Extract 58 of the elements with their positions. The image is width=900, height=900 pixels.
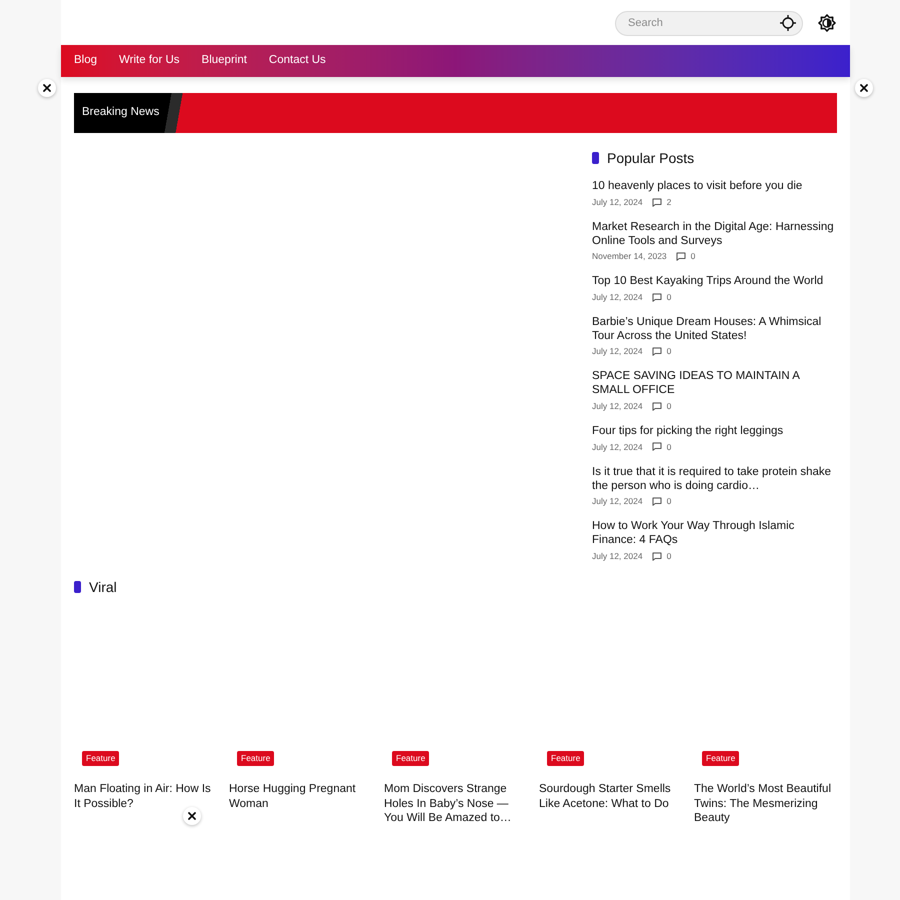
comment-count: 0 [666,345,672,358]
comment-icon [652,497,662,506]
comment-count: 0 [690,250,696,263]
post-date: July 12, 2024 [592,196,643,208]
nav-link[interactable]: Write for Us [119,52,180,70]
comment-icon [652,402,662,411]
crosshair-icon[interactable] [780,14,796,30]
comment-icon [652,347,662,356]
comment-icon [652,552,662,561]
comment-icon [676,252,686,262]
article-title-link[interactable]: Horse Hugging Pregnant Woman [229,782,372,812]
comment-count: 0 [666,550,672,563]
article-title-link[interactable]: Man Floating in Air: How Is It Possible? [74,782,217,812]
nav-link[interactable]: Blog [74,52,98,70]
post-title-link[interactable]: How to Work Your Way Through Islamic Finance: 4 FAQs [592,519,837,548]
post-date: July 12, 2024 [592,345,643,358]
section-marker-icon [74,581,81,594]
comment-count: 0 [666,440,672,454]
comment-count: 0 [666,400,672,413]
close-icon [188,812,196,820]
post-title-link[interactable]: Top 10 Best Kayaking Trips Around the World [592,274,837,288]
comment-count: 0 [666,495,672,508]
article-title-link[interactable]: Mom Discovers Strange Holes In Baby’s Nose — You Will Be Amazed to… [384,782,527,826]
comment-icon [652,442,662,452]
close-button[interactable] [38,79,56,97]
category-badge[interactable]: Feature [392,751,430,766]
category-badge[interactable]: Feature [547,751,584,766]
comment-icon [652,292,662,302]
post-date: July 12, 2024 [592,440,643,454]
comment-count: 0 [666,290,672,304]
category-badge[interactable]: Feature [702,751,740,766]
section-marker-icon [592,152,599,164]
post-title-link[interactable]: Barbie’s Unique Dream Houses: A Whimsical Tour Across the United States! [592,314,837,343]
post-date: July 12, 2024 [592,400,643,413]
post-title-link[interactable]: Is it true that it is required to take protein shake the person who is doing cardio… [592,464,837,493]
post-title-link[interactable]: 10 heavenly places to visit before you die [592,179,837,193]
post-date: July 12, 2024 [592,495,643,508]
nav-link[interactable]: Blueprint [202,52,247,70]
post-title-link[interactable]: SPACE SAVING IDEAS TO MAINTAIN A SMALL OFFICE [592,369,837,398]
post-date: July 12, 2024 [592,290,643,304]
brightness-icon[interactable] [818,14,836,32]
comment-icon [652,198,662,206]
close-icon [860,84,868,92]
post-title-link[interactable]: Market Research in the Digital Age: Harnessing Online Tools and Surveys [592,220,837,248]
close-button[interactable] [855,79,873,97]
article-title-link[interactable]: The World’s Most Beautiful Twins: The Mesmerizing Beauty [694,782,837,826]
category-badge[interactable]: Feature [82,751,120,766]
post-date: July 12, 2024 [592,550,643,563]
comment-count: 2 [666,196,672,208]
section-heading: Popular Posts [607,148,694,168]
post-title-link[interactable]: Four tips for picking the right leggings [592,424,837,438]
search-field[interactable]: Search [615,10,803,36]
article-title-link[interactable]: Sourdough Starter Smells Like Acetone: What to Do [539,782,682,812]
close-icon [43,84,51,92]
post-date: November 14, 2023 [592,250,667,263]
nav-link[interactable]: Contact Us [268,52,326,70]
category-badge[interactable]: Feature [237,751,274,766]
section-heading: Viral [89,578,117,597]
